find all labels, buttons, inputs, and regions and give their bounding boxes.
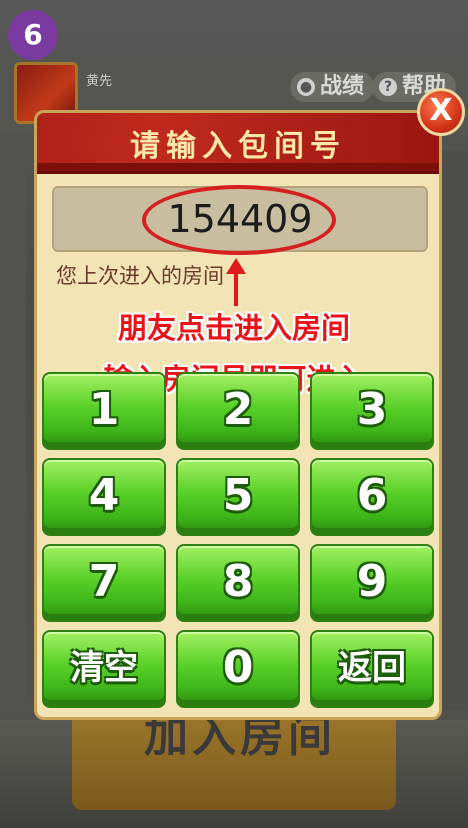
last-room-label: 您上次进入的房间	[56, 264, 224, 288]
back-button[interactable]: 返回	[310, 630, 434, 708]
clear-button[interactable]: 清空	[42, 630, 166, 708]
background-right-panel	[438, 150, 468, 710]
key-6[interactable]: 6	[310, 458, 434, 536]
record-icon: ●	[297, 78, 315, 96]
step-badge: 6	[8, 10, 58, 60]
annotation-line-1: 朋友点击进入房间	[117, 311, 350, 345]
key-5[interactable]: 5	[176, 458, 300, 536]
player-name: 黄先	[86, 74, 113, 89]
highlight-circle	[142, 185, 336, 255]
key-9[interactable]: 9	[310, 544, 434, 622]
key-0[interactable]: 0	[176, 630, 300, 708]
key-7[interactable]: 7	[42, 544, 166, 622]
key-2[interactable]: 2	[176, 372, 300, 450]
background-left-panel	[0, 150, 26, 710]
help-icon: ?	[379, 78, 397, 96]
dialog-header: 请输入包间号	[37, 113, 439, 174]
key-1[interactable]: 1	[42, 372, 166, 450]
record-label: 战绩	[320, 74, 365, 99]
key-3[interactable]: 3	[310, 372, 434, 450]
record-button: ● 战绩	[290, 72, 375, 102]
close-button[interactable]: X	[417, 88, 465, 136]
key-4[interactable]: 4	[42, 458, 166, 536]
key-8[interactable]: 8	[176, 544, 300, 622]
arrow-line	[234, 272, 238, 306]
dialog-title: 请输入包间号	[130, 129, 346, 164]
